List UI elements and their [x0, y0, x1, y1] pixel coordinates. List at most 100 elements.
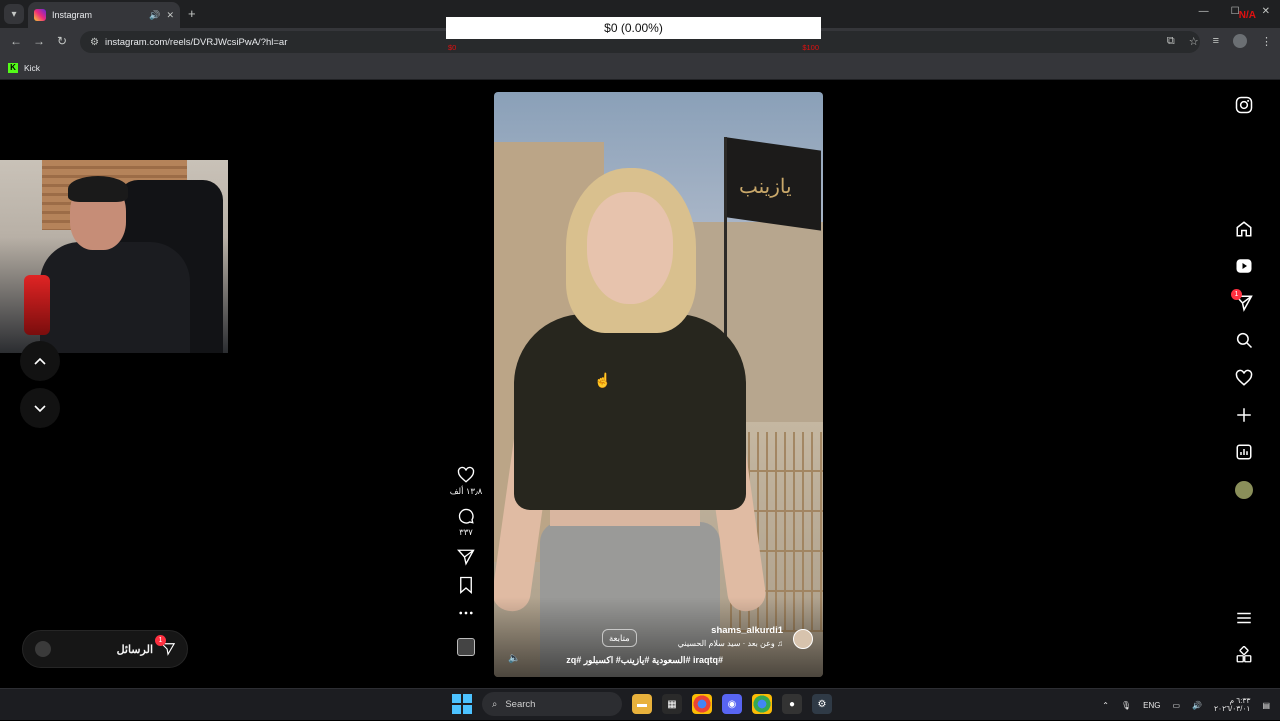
- webcam-feed: [0, 160, 228, 353]
- network-icon[interactable]: ▭: [1173, 701, 1181, 710]
- create-plus-icon[interactable]: [1235, 406, 1253, 424]
- bookmarks-bar: K Kick: [0, 56, 1280, 80]
- also-from-meta-icon[interactable]: [1235, 645, 1253, 664]
- close-tab-icon[interactable]: ✕: [166, 10, 174, 21]
- microsoft-store-icon[interactable]: ▦: [662, 694, 682, 714]
- share-button[interactable]: [457, 548, 475, 566]
- like-button[interactable]: ١٣٫٨ ألف: [449, 466, 483, 497]
- reel-author-avatar[interactable]: [793, 629, 813, 649]
- webcam-microphone: [24, 275, 50, 335]
- comment-button[interactable]: ٣٣٧: [457, 507, 475, 538]
- clock-date: ٢٠٢٦/٠٣/٠١: [1214, 704, 1251, 713]
- new-tab-button[interactable]: +: [188, 6, 196, 21]
- mute-icon[interactable]: 🔈: [508, 653, 520, 664]
- chrome-profile-icon[interactable]: [752, 694, 772, 714]
- bookmark-icon: [460, 576, 472, 594]
- windows-taskbar: ⌕ Search ▬ ▦ ◉ ● ⚙ ⌃ 🎙 ENG ▭ 🔊 ٦:٣٣ م ٢٠…: [0, 688, 1280, 720]
- url-text: instagram.com/reels/DVRJWcsiPwA/?hl=ar: [104, 36, 288, 48]
- profile-avatar-icon[interactable]: [1235, 481, 1253, 499]
- overlay-footer: $0 $100: [446, 43, 821, 52]
- reel-audio-text: وعن بعد · سيد سلام الحسيني: [677, 639, 775, 648]
- donation-goal-overlay: $0 (0.00%) $0 $100: [446, 0, 821, 56]
- hamburger-menu-icon[interactable]: [1235, 609, 1253, 627]
- reel-audio-label[interactable]: ♫ وعن بعد · سيد سلام الحسيني: [678, 639, 783, 648]
- search-icon[interactable]: [1235, 331, 1253, 349]
- follow-button[interactable]: متابعة: [602, 629, 637, 647]
- toolbar-actions: ⧉ ☆ ≡ ⋮: [1167, 34, 1272, 48]
- comment-icon: [458, 508, 474, 524]
- send-icon: [457, 549, 475, 566]
- menu-kebab-icon[interactable]: ⋮: [1261, 35, 1272, 48]
- taskbar-apps: ⌕ Search ▬ ▦ ◉ ● ⚙: [452, 692, 832, 716]
- notification-center-icon[interactable]: ▤: [1262, 701, 1270, 710]
- forward-icon[interactable]: →: [33, 34, 45, 48]
- microphone-icon[interactable]: 🎙: [1121, 701, 1131, 710]
- back-icon[interactable]: ←: [10, 34, 22, 48]
- tab-title: Instagram: [52, 10, 93, 20]
- tray-overflow-icon[interactable]: ⌃: [1102, 701, 1109, 710]
- instagram-favicon-icon: [34, 9, 46, 21]
- minimize-icon[interactable]: —: [1199, 6, 1209, 17]
- file-explorer-icon[interactable]: ▬: [632, 694, 652, 714]
- more-options-button[interactable]: [457, 604, 475, 622]
- tab-search-icon[interactable]: ▾: [4, 4, 24, 24]
- notifications-heart-icon[interactable]: [1235, 369, 1253, 387]
- windows-start-icon[interactable]: [452, 694, 472, 714]
- previous-reel-button[interactable]: [20, 341, 60, 381]
- chrome-icon[interactable]: [692, 694, 712, 714]
- reload-icon[interactable]: ↻: [57, 34, 67, 48]
- messages-avatar: [35, 641, 51, 657]
- window-controls: — ☐ ✕: [1199, 6, 1270, 17]
- kick-icon: K: [8, 62, 18, 73]
- chevron-up-icon: [34, 357, 46, 365]
- language-indicator[interactable]: ENG: [1143, 701, 1160, 710]
- reels-icon[interactable]: [1235, 257, 1253, 275]
- overlay-min: $0: [448, 43, 457, 52]
- sidebar-notification-badge: 1: [1231, 289, 1242, 300]
- video-flag-text: يازينب: [739, 174, 792, 198]
- reel-video[interactable]: يازينب shams_alkurdi1 ♫ وعن بعد · سيد سل…: [494, 92, 823, 677]
- direct-messages-icon[interactable]: 1: [1231, 289, 1253, 312]
- media-controls-icon[interactable]: ≡: [1213, 35, 1219, 47]
- install-app-icon[interactable]: ⧉: [1167, 35, 1175, 48]
- taskbar-search[interactable]: ⌕ Search: [482, 692, 622, 716]
- instagram-sidebar: 1: [1230, 94, 1258, 674]
- messages-badge: 1: [155, 635, 166, 646]
- bookmark-kick[interactable]: Kick: [24, 63, 40, 73]
- close-window-icon[interactable]: ✕: [1262, 6, 1270, 17]
- chevron-down-icon: [34, 405, 46, 413]
- video-face: [587, 192, 673, 304]
- search-magnifier-icon: ⌕: [492, 698, 498, 710]
- volume-icon[interactable]: 🔊: [1192, 701, 1202, 710]
- save-button[interactable]: [457, 576, 475, 594]
- system-tray: ⌃ 🎙 ENG ▭ 🔊 ٦:٣٣ م ٢٠٢٦/٠٣/٠١ ▤: [1102, 689, 1270, 721]
- speaker-icon[interactable]: 🔊: [149, 10, 160, 21]
- messages-button[interactable]: الرسائل 1: [22, 630, 188, 668]
- reel-username[interactable]: shams_alkurdi1: [711, 625, 783, 636]
- heart-icon: [457, 466, 475, 483]
- reel-hashtags[interactable]: #iraqtq #السعودية #يازينب# اكسبلور #zq: [566, 655, 723, 666]
- dashboard-chart-icon[interactable]: [1235, 443, 1253, 461]
- clock[interactable]: ٦:٣٣ م ٢٠٢٦/٠٣/٠١: [1214, 696, 1251, 714]
- comment-count: ٣٣٧: [459, 527, 473, 537]
- overlay-corner-tag: N/A: [1238, 10, 1256, 21]
- overlay-amount: $0 (0.00%): [446, 17, 821, 39]
- tab-instagram[interactable]: Instagram 🔊 ✕: [28, 2, 180, 28]
- like-count: ١٣٫٨ ألف: [449, 486, 483, 496]
- audio-thumbnail[interactable]: [457, 638, 475, 656]
- home-icon[interactable]: [1235, 220, 1253, 238]
- discord-icon[interactable]: ◉: [722, 694, 742, 714]
- hand-cursor-icon: ☝: [594, 372, 612, 388]
- messages-label: الرسائل: [116, 643, 153, 656]
- site-info-icon[interactable]: ⚙: [90, 37, 99, 48]
- profile-avatar[interactable]: [1233, 34, 1247, 48]
- webcam-streamer: [40, 176, 190, 353]
- next-reel-button[interactable]: [20, 388, 60, 428]
- bookmark-star-icon[interactable]: ☆: [1189, 35, 1199, 48]
- more-dots-icon: [459, 611, 473, 615]
- instagram-logo-icon[interactable]: [1235, 96, 1253, 114]
- browser-window: ▾ Instagram 🔊 ✕ + — ☐ ✕ ← → ↻ ⚙ instagra…: [0, 0, 1280, 720]
- settings-gear-icon[interactable]: ⚙: [812, 694, 832, 714]
- video-shirt: [514, 314, 746, 510]
- obs-icon[interactable]: ●: [782, 694, 802, 714]
